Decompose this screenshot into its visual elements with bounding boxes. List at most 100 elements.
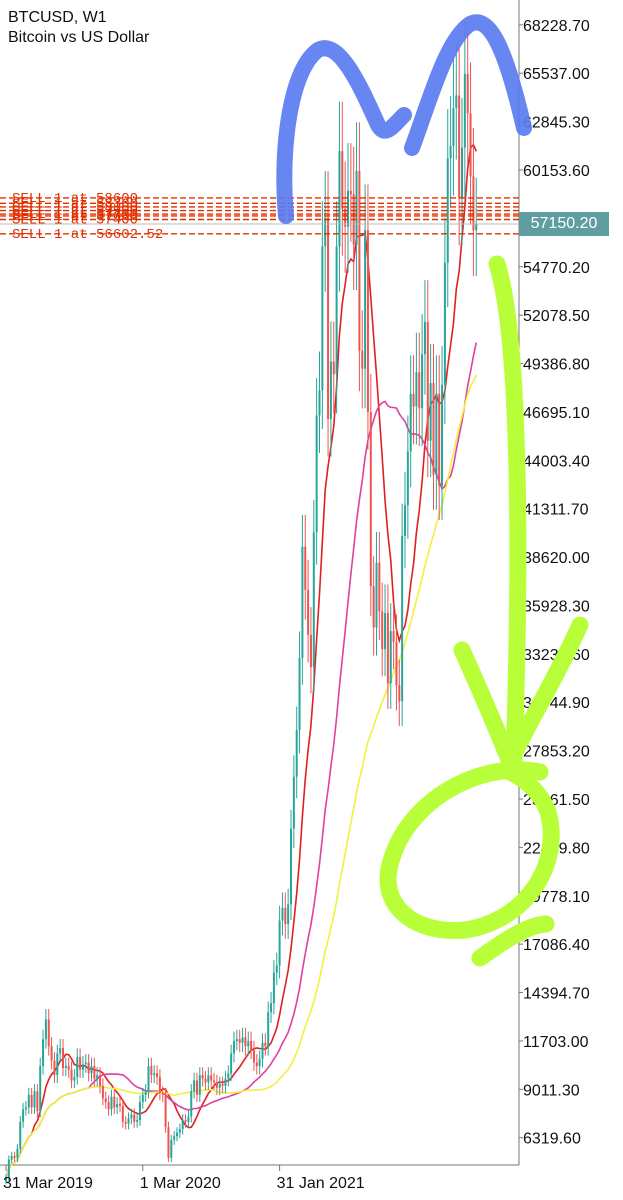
current-price-badge: 57150.20: [519, 211, 609, 236]
candle-bull: [27, 1094, 30, 1108]
candle-bull: [441, 384, 444, 486]
candle-bull: [315, 415, 318, 533]
candle-bear: [62, 1048, 64, 1068]
candle-bear: [466, 73, 469, 114]
candle-bull: [298, 658, 301, 730]
candle-bull: [401, 535, 404, 702]
price-axis[interactable]: 68228.7065537.0062845.3060153.6057461.90…: [519, 18, 590, 1148]
x-tick-label: 1 Mar 2020: [140, 1175, 221, 1192]
candle-bull: [329, 361, 332, 420]
candle-bear: [469, 113, 472, 177]
y-tick-label: 35928.30: [523, 598, 590, 615]
candle-bull: [475, 223, 478, 231]
price-chart[interactable]: SELL 1 at 58600SELL 1 at 58300SELL 1 at …: [0, 0, 623, 1200]
y-tick-label: 46695.10: [523, 405, 590, 422]
candle-bull: [173, 1136, 176, 1140]
candle-bear: [264, 1042, 267, 1047]
candle-bear: [161, 1093, 164, 1095]
candle-bear: [327, 217, 330, 420]
candle-bull: [292, 776, 295, 829]
candle-bull: [153, 1073, 156, 1076]
candle-bull: [144, 1091, 147, 1095]
x-tick-label: 31 Mar 2019: [3, 1175, 93, 1192]
y-tick-label: 11703.00: [523, 1034, 589, 1051]
candle-bear: [250, 1040, 253, 1050]
candle-bull: [335, 246, 338, 375]
candle-bull: [56, 1053, 59, 1076]
sell-orders: SELL 1 at 58600SELL 1 at 58300SELL 1 at …: [0, 191, 519, 243]
candle-bull: [406, 451, 409, 506]
candle-bull: [187, 1116, 190, 1122]
candle-bear: [372, 586, 375, 628]
ma-fast-line: [5, 143, 478, 1178]
candle-bear: [53, 1060, 56, 1076]
candle-bull: [287, 904, 290, 925]
candle-bear: [255, 1062, 258, 1067]
y-tick-label: 38620.00: [523, 550, 590, 567]
candle-bear: [36, 1091, 39, 1112]
x-tick-label: 31 Jan 2021: [277, 1175, 365, 1192]
candle-bull: [19, 1121, 22, 1149]
candle-bull: [207, 1075, 210, 1083]
candle-bear: [412, 393, 415, 407]
candle-bear: [93, 1066, 96, 1079]
candle-bull: [10, 1156, 13, 1160]
candle-bear: [167, 1127, 170, 1158]
candle-bull: [73, 1076, 76, 1081]
candle-bull: [338, 151, 341, 247]
candle-bull: [218, 1084, 221, 1088]
candle-bear: [252, 1049, 255, 1063]
candle-bull: [16, 1148, 19, 1158]
moving-averages: [5, 143, 478, 1178]
candle-bear: [398, 685, 401, 702]
candle-bear: [204, 1078, 207, 1083]
candle-bull: [110, 1096, 113, 1110]
candle-bull: [364, 230, 367, 369]
candle-bull: [258, 1058, 261, 1067]
candle-bear: [221, 1084, 224, 1086]
candle-bull: [318, 390, 321, 416]
y-tick-label: 65537.00: [523, 66, 590, 83]
candle-bull: [138, 1102, 141, 1121]
candle-bear: [201, 1075, 204, 1079]
candle-bear: [99, 1075, 102, 1086]
candle-bull: [463, 73, 466, 148]
candle-bull: [42, 1039, 45, 1067]
candle-bear: [87, 1062, 90, 1074]
y-tick-label: 14394.70: [523, 986, 590, 1003]
candle-bull: [275, 965, 278, 973]
candle-bull: [278, 920, 281, 966]
candle-bull: [116, 1103, 119, 1108]
candle-bear: [392, 631, 395, 642]
candle-bear: [133, 1114, 136, 1122]
candle-bull: [136, 1120, 139, 1122]
candle-bull: [90, 1066, 93, 1074]
candle-bear: [210, 1075, 213, 1081]
candle-bear: [432, 383, 435, 475]
candle-bull: [384, 613, 387, 650]
symbol-timeframe: BTCUSD, W1: [8, 9, 107, 26]
candle-bull: [247, 1040, 250, 1047]
candle-bull: [130, 1114, 133, 1119]
candle-bull: [233, 1040, 235, 1054]
candle-bull: [389, 631, 392, 684]
candle-bear: [284, 907, 287, 925]
candle-bear: [70, 1069, 73, 1081]
candle-bull: [39, 1066, 42, 1112]
candle-bear: [332, 361, 335, 375]
candle-bear: [426, 321, 429, 441]
candle-bear: [184, 1120, 187, 1122]
time-axis[interactable]: 31 Mar 2019 1 Mar 2020 31 Jan 2021: [3, 1165, 365, 1192]
candle-bull: [59, 1048, 62, 1054]
y-tick-label: 54770.20: [523, 260, 590, 277]
y-tick-label: 60153.60: [523, 163, 590, 180]
candle-bull: [170, 1139, 173, 1158]
candle-bull: [81, 1064, 84, 1070]
candle-bull: [178, 1129, 181, 1133]
ma-medium-line: [5, 342, 478, 1178]
candle-bull: [443, 262, 446, 385]
candle-bull: [261, 1042, 264, 1059]
candle-bear: [244, 1037, 247, 1047]
y-tick-label: 41311.70: [523, 502, 589, 519]
candle-bear: [79, 1057, 82, 1070]
